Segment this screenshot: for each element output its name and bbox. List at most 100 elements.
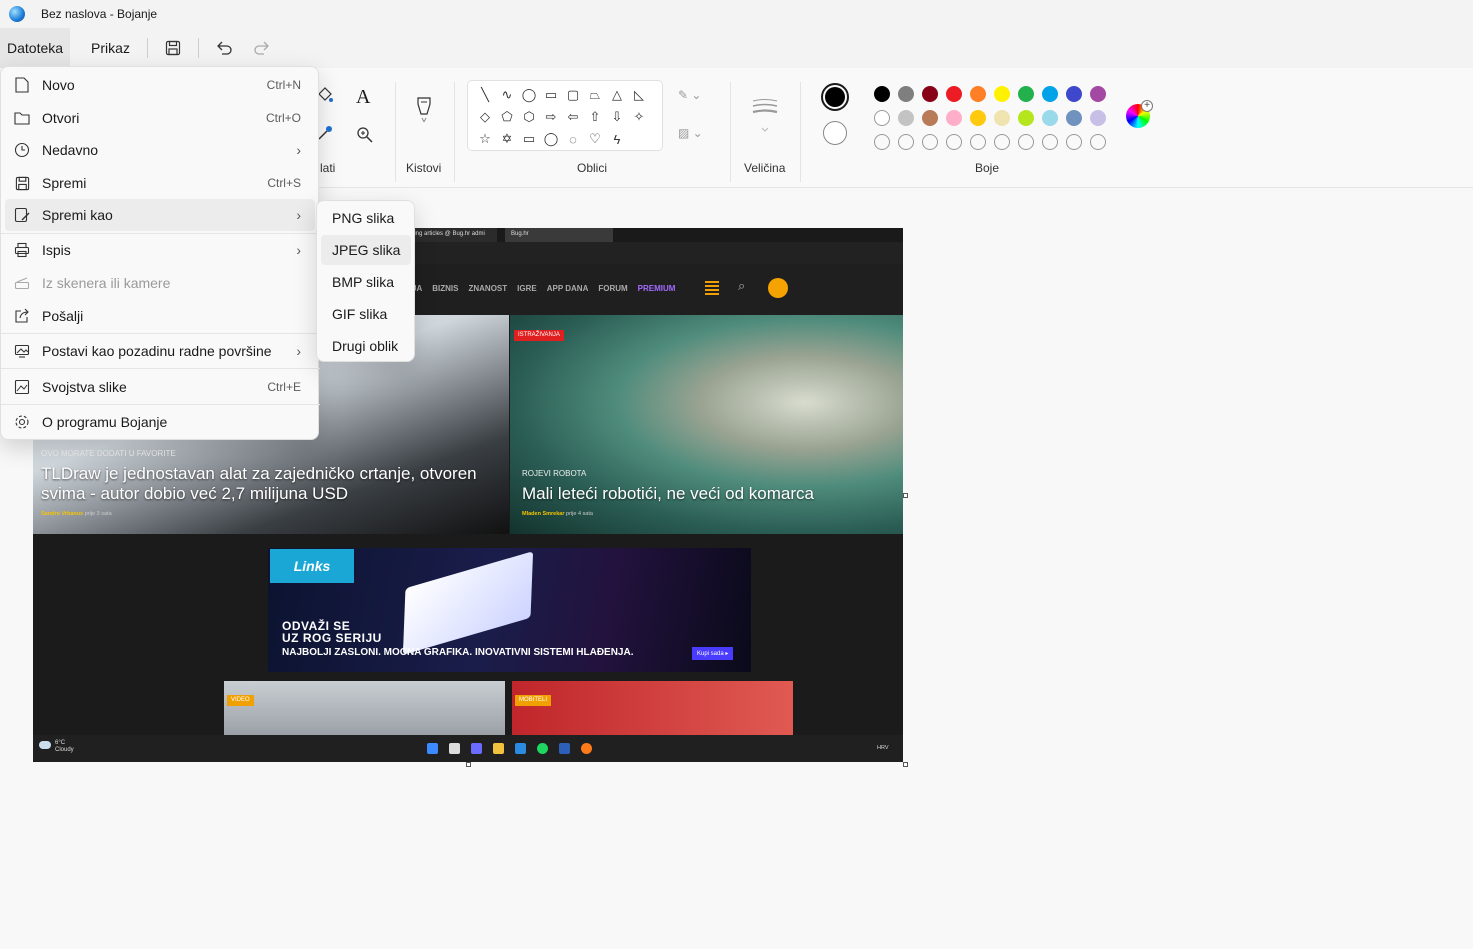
color-swatch[interactable] [874,110,890,126]
menu-item-open[interactable]: Otvori Ctrl+O [5,102,315,134]
menu-item-send[interactable]: Pošalji [5,300,315,332]
heart-shape-icon[interactable]: ♡ [584,128,606,150]
pentagon-shape-icon[interactable]: ⬠ [496,106,518,128]
laptop-image [402,551,534,655]
firefox-icon [581,743,592,754]
right-story-title: Mali leteći robotići, ne veći od komarca [522,484,814,503]
add-color-icon[interactable]: + [1141,100,1153,112]
outline-dropdown-icon[interactable]: ✎ ⌄ [678,88,701,102]
menu-shortcut: Ctrl+E [267,380,301,394]
menu-item-new[interactable]: Novo Ctrl+N [5,69,315,101]
hexagon-shape-icon[interactable]: ⬡ [518,106,540,128]
color-swatch[interactable] [994,110,1010,126]
arrow-down-shape-icon[interactable]: ⇩ [606,106,628,128]
empty-color-slot[interactable] [970,134,986,150]
diamond-shape-icon[interactable]: ◇ [474,106,496,128]
color-swatch[interactable] [898,86,914,102]
arrow-right-shape-icon[interactable]: ⇨ [540,106,562,128]
resize-handle-corner[interactable] [903,762,908,767]
curve-shape-icon[interactable]: ∿ [496,84,518,106]
empty-color-slot[interactable] [1066,134,1082,150]
menu-item-image-properties[interactable]: Svojstva slike Ctrl+E [5,371,315,403]
fill-dropdown-icon[interactable]: ▨ ⌄ [678,126,703,140]
resize-handle-bottom[interactable] [466,762,471,767]
color-swatch[interactable] [1018,86,1034,102]
menu-item-recent[interactable]: Nedavno › [5,134,315,166]
rounded-rectangle-shape-icon[interactable]: ▢ [562,84,584,106]
save-as-other[interactable]: Drugi oblik [321,331,411,361]
six-point-star-shape-icon[interactable]: ✡ [496,128,518,150]
undo-icon[interactable] [205,32,243,64]
screenshot-tile-video [224,681,505,736]
menu-item-save-as[interactable]: Spremi kao › [5,199,315,231]
save-as-png[interactable]: PNG slika [321,203,411,233]
color-swatch[interactable] [1042,110,1058,126]
color-swatch[interactable] [970,110,986,126]
empty-color-slot[interactable] [946,134,962,150]
arrow-left-shape-icon[interactable]: ⇦ [562,106,584,128]
screenshot-tile-phones [512,681,793,736]
save-as-gif[interactable]: GIF slika [321,299,411,329]
color-swatch[interactable] [898,110,914,126]
empty-color-slot[interactable] [994,134,1010,150]
color-swatch[interactable] [1090,86,1106,102]
five-point-star-shape-icon[interactable]: ☆ [474,128,496,150]
brush-icon[interactable] [415,96,433,124]
size-icon[interactable] [752,98,778,138]
color-swatch[interactable] [1042,86,1058,102]
color-swatch[interactable] [946,86,962,102]
save-as-bmp[interactable]: BMP slika [321,267,411,297]
text-tool-icon[interactable]: A [356,86,370,109]
line-shape-icon[interactable]: ╲ [474,84,496,106]
callout-cloud-shape-icon[interactable]: ◌ [562,128,584,150]
menu-item-about[interactable]: O programu Bojanje [5,406,315,438]
lightning-shape-icon[interactable]: ϟ [606,128,628,150]
color-swatch[interactable] [1066,110,1082,126]
empty-color-slot[interactable] [922,134,938,150]
menu-item-label: Svojstva slike [42,379,127,395]
screenshot-ad-banner: Links ODVAŽI SE UZ ROG SERIJU NAJBOLJI Z… [268,548,751,672]
triangle-shape-icon[interactable]: △ [606,84,628,106]
menu-item-print[interactable]: Ispis › [5,234,315,266]
arrow-up-shape-icon[interactable]: ⇧ [584,106,606,128]
callout-oval-shape-icon[interactable]: ◯ [540,128,562,150]
color-swatch[interactable] [874,86,890,102]
empty-color-slot[interactable] [898,134,914,150]
empty-color-slot[interactable] [874,134,890,150]
color-swatch[interactable] [922,86,938,102]
four-point-star-shape-icon[interactable]: ✧ [628,106,650,128]
nav-item-premium: PREMIUM [637,284,676,293]
ribbon-separator [730,82,731,182]
menu-view[interactable]: Prikaz [84,28,137,68]
empty-color-slot[interactable] [1090,134,1106,150]
menu-file[interactable]: Datoteka [0,28,71,68]
empty-color-slot[interactable] [1042,134,1058,150]
right-triangle-shape-icon[interactable]: ◺ [628,84,650,106]
color-swatch[interactable] [970,86,986,102]
menu-item-set-wallpaper[interactable]: Postavi kao pozadinu radne površine › [5,335,315,367]
primary-color-swatch[interactable] [821,83,849,111]
secondary-color-swatch[interactable] [823,121,847,145]
empty-color-slot[interactable] [1018,134,1034,150]
color-swatch[interactable] [1066,86,1082,102]
color-swatch[interactable] [922,110,938,126]
redo-icon[interactable] [243,32,281,64]
save-icon[interactable] [154,32,192,64]
menu-item-save[interactable]: Spremi Ctrl+S [5,167,315,199]
color-swatch[interactable] [1090,110,1106,126]
tile-tag: VIDEO [227,695,254,706]
polygon-shape-icon[interactable]: ⏢ [584,84,606,106]
screenshot-taskbar: 6°C Cloudy HRV [33,735,903,762]
color-swatch[interactable] [1018,110,1034,126]
resize-handle-right[interactable] [903,493,908,498]
color-swatch[interactable] [994,86,1010,102]
time: prije 3 sata [84,511,112,517]
magnifier-icon[interactable] [356,126,374,144]
menu-item-label: Nedavno [42,142,99,158]
size-group-label: Veličina [744,161,786,175]
save-as-jpeg[interactable]: JPEG slika [321,235,411,265]
rectangle-shape-icon[interactable]: ▭ [540,84,562,106]
callout-rect-shape-icon[interactable]: ▭ [518,128,540,150]
color-swatch[interactable] [946,110,962,126]
oval-shape-icon[interactable]: ◯ [518,84,540,106]
